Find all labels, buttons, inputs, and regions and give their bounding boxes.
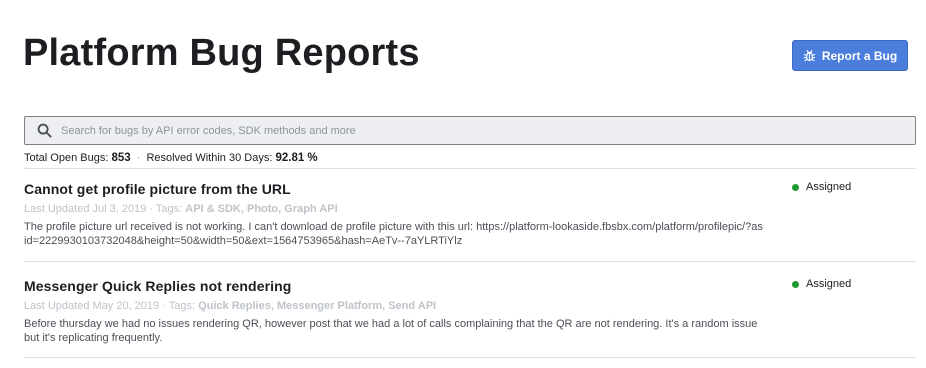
bug-tags-label: · Tags:	[149, 203, 183, 215]
resolved-label: Resolved Within 30 Days:	[146, 152, 273, 164]
report-bug-button[interactable]: Report a Bug	[792, 40, 908, 71]
stats-separator: ·	[136, 152, 141, 164]
open-bugs-count: 853	[111, 152, 131, 164]
bug-description: The profile picture url received is not …	[24, 221, 763, 247]
report-bug-button-label: Report a Bug	[821, 48, 898, 63]
bug-status-label: Assigned	[806, 278, 852, 290]
bug-title[interactable]: Cannot get profile picture from the URL	[24, 180, 916, 198]
bug-tags-label: · Tags:	[162, 300, 196, 312]
bug-status: Assigned	[792, 277, 851, 291]
bug-status: Assigned	[792, 180, 851, 194]
bug-updated-date: Last Updated Jul 3, 2019	[24, 203, 147, 215]
divider	[24, 168, 916, 169]
search-icon	[25, 123, 59, 138]
page-title: Platform Bug Reports	[23, 32, 420, 74]
bug-icon	[803, 49, 816, 62]
status-dot-icon	[792, 280, 799, 288]
bug-title[interactable]: Messenger Quick Replies not rendering	[24, 277, 916, 295]
bug-stats: Total Open Bugs: 853 · Resolved Within 3…	[24, 151, 318, 165]
bug-tags[interactable]: Quick Replies, Messenger Platform, Send …	[198, 300, 436, 312]
bug-item[interactable]: Cannot get profile picture from the URL …	[24, 180, 916, 248]
divider	[24, 261, 916, 262]
search-input[interactable]	[59, 117, 915, 144]
bug-updated-date: Last Updated May 20, 2019	[24, 300, 160, 312]
bug-meta: Last Updated Jul 3, 2019 · Tags: API & S…	[24, 202, 916, 216]
bug-status-label: Assigned	[806, 181, 852, 193]
status-dot-icon	[792, 183, 799, 191]
bug-item[interactable]: Messenger Quick Replies not rendering La…	[24, 277, 916, 345]
bug-tags[interactable]: API & SDK, Photo, Graph API	[185, 203, 337, 215]
divider	[24, 357, 916, 358]
bug-meta: Last Updated May 20, 2019 · Tags: Quick …	[24, 299, 916, 313]
open-bugs-label: Total Open Bugs:	[24, 152, 109, 164]
bug-description: Before thursday we had no issues renderi…	[24, 318, 758, 344]
bug-reports-page: Platform Bug Reports Report a Bug Search…	[0, 0, 926, 368]
resolved-rate: 92.81 %	[275, 152, 318, 164]
search-box[interactable]	[24, 116, 916, 145]
